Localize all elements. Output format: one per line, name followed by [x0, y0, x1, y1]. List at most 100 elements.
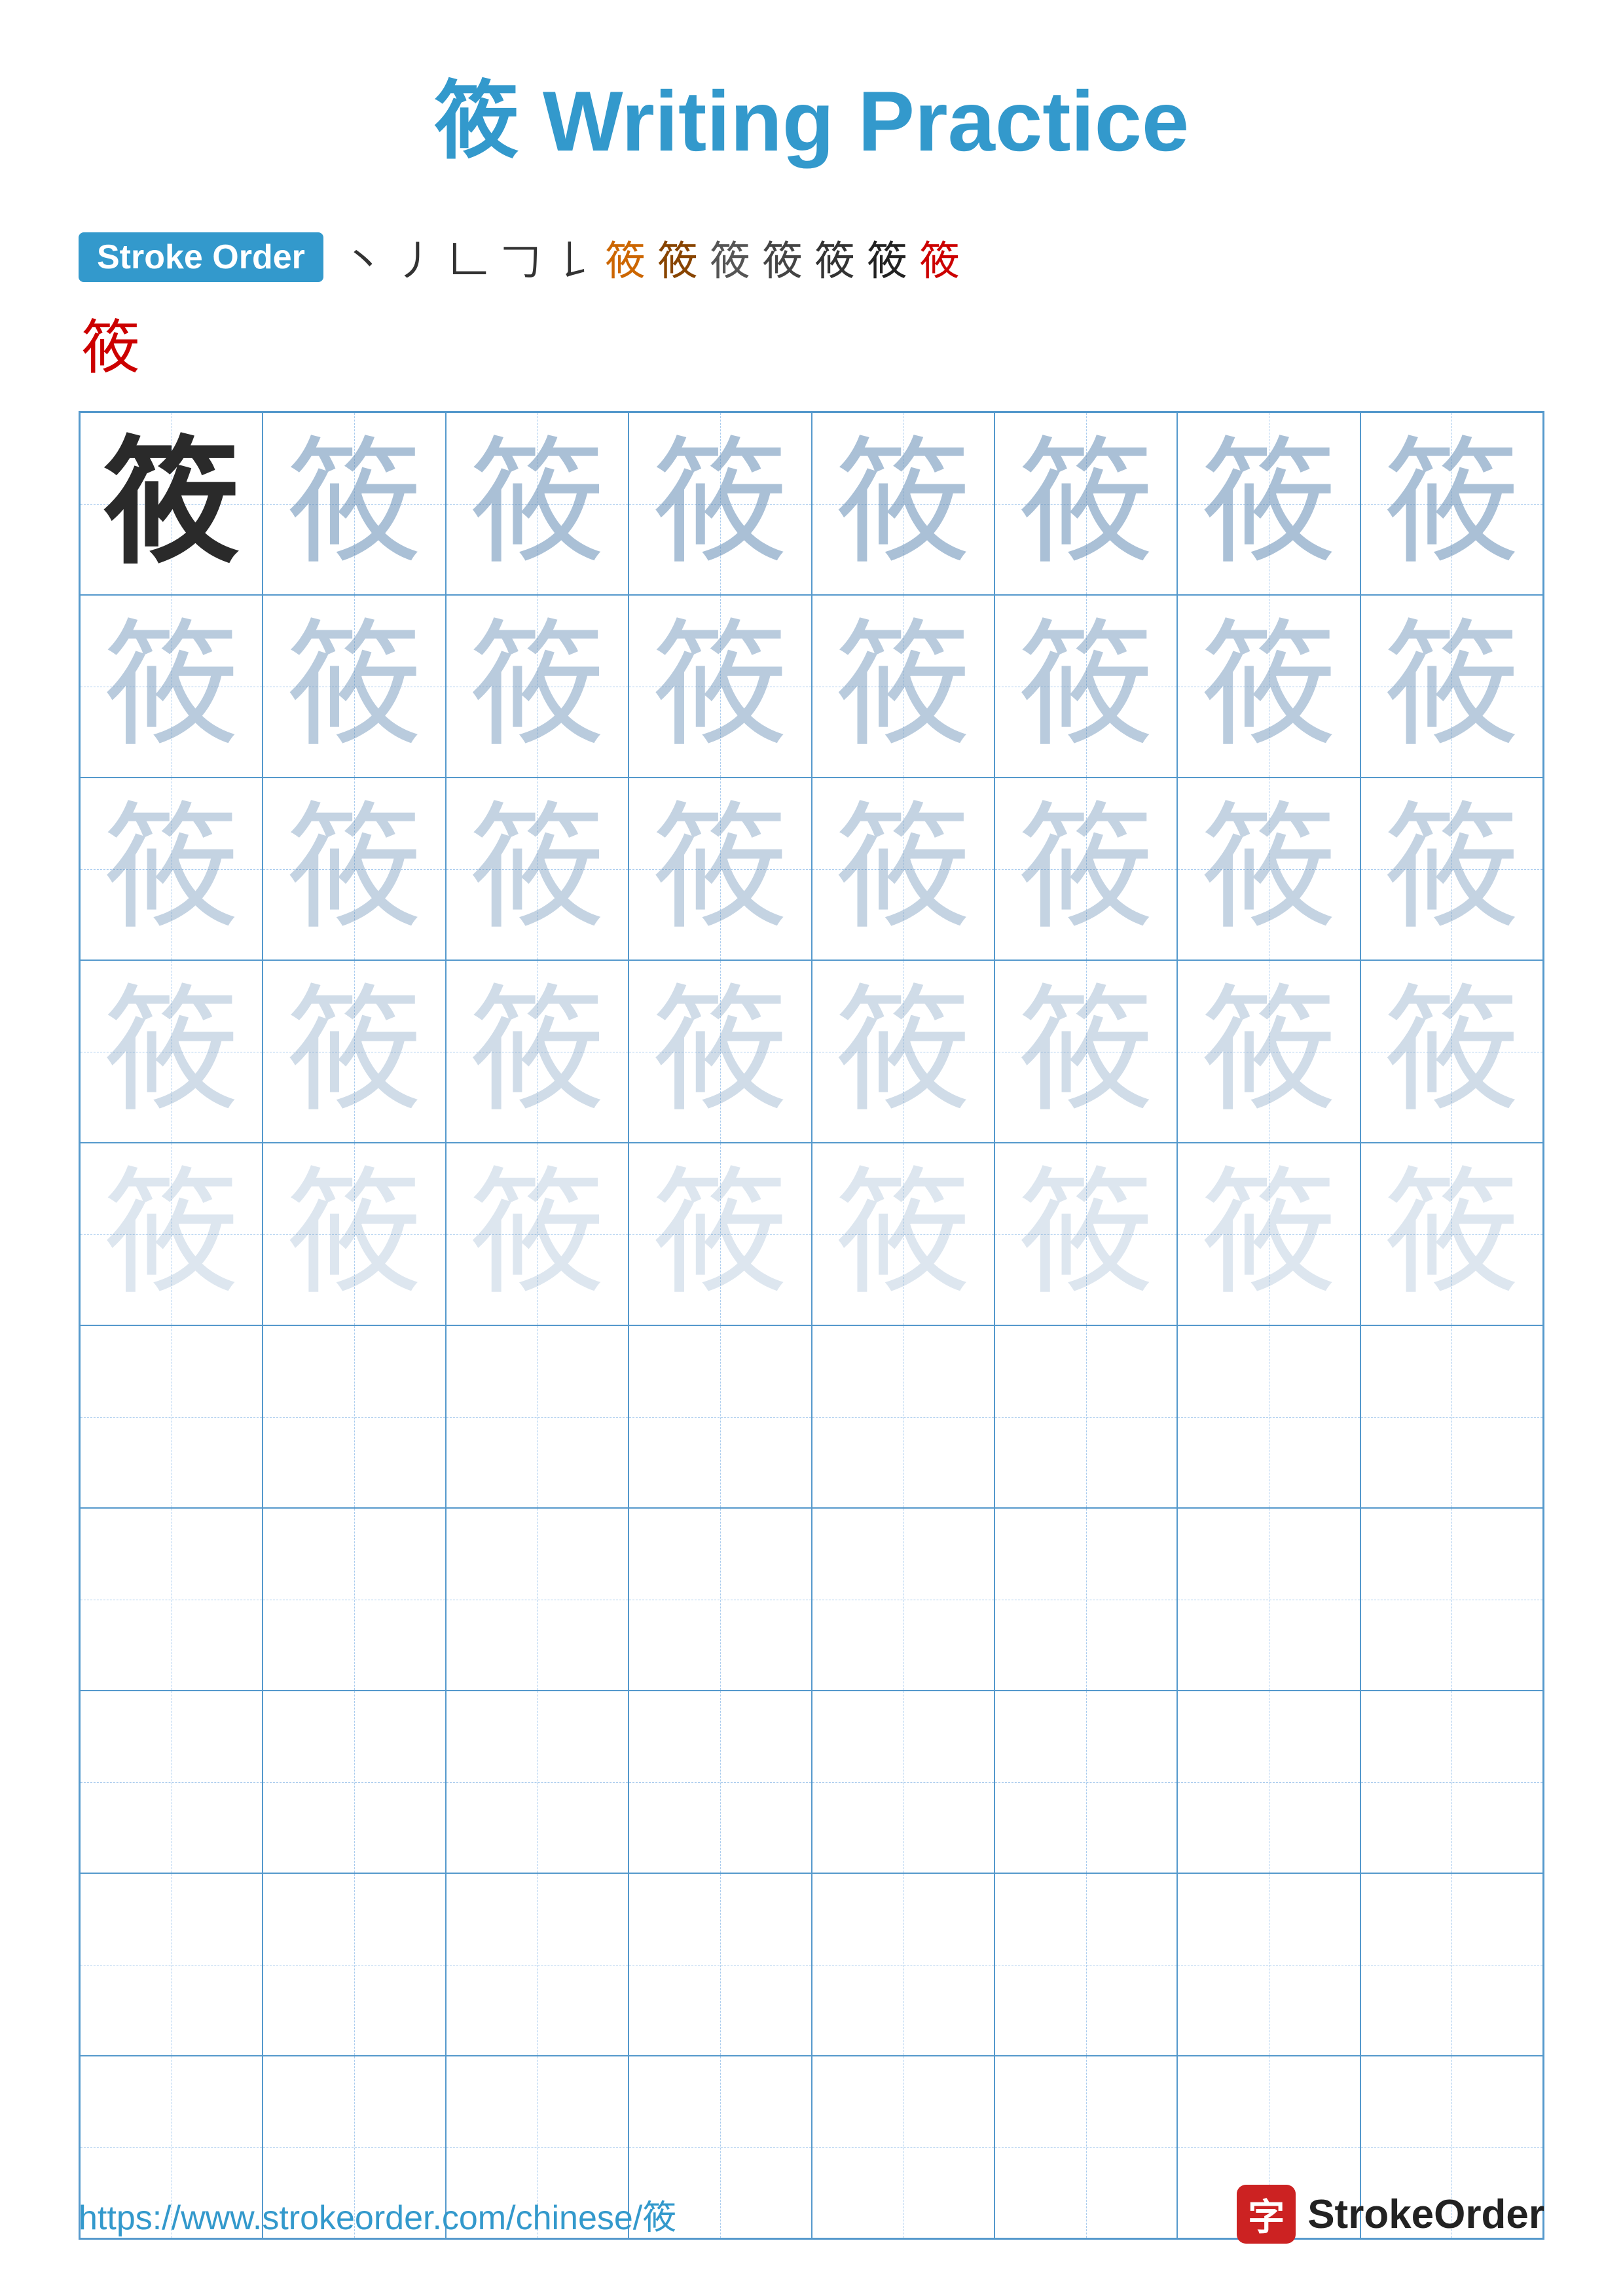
- grid-cell-r8c2[interactable]: [263, 1691, 445, 1873]
- char-display: 筱: [285, 800, 422, 937]
- final-character: 筱: [79, 300, 1544, 385]
- grid-cell-r5c6: 筱: [994, 1143, 1177, 1325]
- grid-cell-r1c6: 筱: [994, 412, 1177, 595]
- char-display: 筱: [651, 800, 788, 937]
- char-display: 筱: [469, 435, 606, 572]
- char-display: 筱: [103, 983, 240, 1120]
- char-display: 筱: [285, 618, 422, 755]
- grid-cell-r8c3[interactable]: [446, 1691, 629, 1873]
- char-display: 筱: [469, 800, 606, 937]
- char-display: 筱: [1017, 1166, 1154, 1302]
- grid-cell-r1c4: 筱: [629, 412, 811, 595]
- footer-link[interactable]: https://www.strokeorder.com/chinese/筱: [79, 2190, 676, 2239]
- grid-cell-r6c7[interactable]: [1177, 1325, 1360, 1508]
- char-display: 筱: [1017, 800, 1154, 937]
- grid-cell-r9c1[interactable]: [80, 1873, 263, 2056]
- grid-cell-r8c1[interactable]: [80, 1691, 263, 1873]
- grid-cell-r4c3: 筱: [446, 960, 629, 1143]
- char-display: 筱: [651, 618, 788, 755]
- grid-cell-r3c3: 筱: [446, 778, 629, 960]
- grid-cell-r6c6[interactable]: [994, 1325, 1177, 1508]
- grid-cell-r2c7: 筱: [1177, 595, 1360, 778]
- grid-cell-r8c7[interactable]: [1177, 1691, 1360, 1873]
- stroke-7: 筱: [657, 228, 698, 287]
- grid-cell-r4c8: 筱: [1360, 960, 1543, 1143]
- grid-cell-r9c4[interactable]: [629, 1873, 811, 2056]
- stroke-4: 𠃌: [500, 228, 541, 287]
- stroke-sequence: 丶 丿 𠃊 𠃌 𠄌 筱 筱 筱 筱 筱 筱 筱: [343, 228, 960, 287]
- grid-cell-r6c8[interactable]: [1360, 1325, 1543, 1508]
- grid-cell-r6c1[interactable]: [80, 1325, 263, 1508]
- grid-cell-r1c2: 筱: [263, 412, 445, 595]
- grid-cell-r6c4[interactable]: [629, 1325, 811, 1508]
- grid-cell-r7c4[interactable]: [629, 1508, 811, 1691]
- char-display: 筱: [285, 435, 422, 572]
- grid-cell-r4c4: 筱: [629, 960, 811, 1143]
- grid-cell-r9c3[interactable]: [446, 1873, 629, 2056]
- grid-cell-r1c8: 筱: [1360, 412, 1543, 595]
- char-display: 筱: [103, 618, 240, 755]
- grid-cell-r2c4: 筱: [629, 595, 811, 778]
- char-display: 筱: [835, 800, 972, 937]
- grid-cell-r9c8[interactable]: [1360, 1873, 1543, 2056]
- char-display: 筱: [835, 1166, 972, 1302]
- grid-cell-r5c4: 筱: [629, 1143, 811, 1325]
- stroke-1: 丶: [343, 228, 384, 287]
- grid-cell-r4c6: 筱: [994, 960, 1177, 1143]
- grid-cell-r7c1[interactable]: [80, 1508, 263, 1691]
- logo-icon: 字: [1237, 2185, 1296, 2244]
- char-display: 筱: [835, 618, 972, 755]
- grid-cell-r7c6[interactable]: [994, 1508, 1177, 1691]
- grid-cell-r3c6: 筱: [994, 778, 1177, 960]
- char-display: 筱: [103, 435, 240, 572]
- grid-cell-r2c3: 筱: [446, 595, 629, 778]
- stroke-6: 筱: [605, 228, 646, 287]
- grid-cell-r9c5[interactable]: [812, 1873, 994, 2056]
- char-display: 筱: [1383, 435, 1520, 572]
- grid-cell-r8c4[interactable]: [629, 1691, 811, 1873]
- stroke-10: 筱: [814, 228, 855, 287]
- char-display: 筱: [469, 983, 606, 1120]
- char-display: 筱: [1383, 983, 1520, 1120]
- grid-cell-r3c7: 筱: [1177, 778, 1360, 960]
- grid-cell-r6c3[interactable]: [446, 1325, 629, 1508]
- grid-cell-r5c2: 筱: [263, 1143, 445, 1325]
- char-display: 筱: [103, 800, 240, 937]
- footer: https://www.strokeorder.com/chinese/筱 字 …: [79, 2185, 1544, 2244]
- stroke-8: 筱: [710, 228, 750, 287]
- char-display: 筱: [1017, 618, 1154, 755]
- char-display: 筱: [1200, 435, 1337, 572]
- grid-cell-r9c7[interactable]: [1177, 1873, 1360, 2056]
- grid-cell-r5c7: 筱: [1177, 1143, 1360, 1325]
- stroke-12: 筱: [919, 228, 960, 287]
- grid-cell-r4c1: 筱: [80, 960, 263, 1143]
- grid-cell-r7c5[interactable]: [812, 1508, 994, 1691]
- grid-cell-r5c5: 筱: [812, 1143, 994, 1325]
- char-display: 筱: [1200, 618, 1337, 755]
- grid-cell-r2c6: 筱: [994, 595, 1177, 778]
- char-display: 筱: [103, 1166, 240, 1302]
- grid-cell-r3c4: 筱: [629, 778, 811, 960]
- grid-cell-r9c6[interactable]: [994, 1873, 1177, 2056]
- grid-cell-r7c8[interactable]: [1360, 1508, 1543, 1691]
- grid-cell-r8c5[interactable]: [812, 1691, 994, 1873]
- grid-cell-r3c8: 筱: [1360, 778, 1543, 960]
- grid-cell-r6c2[interactable]: [263, 1325, 445, 1508]
- grid-cell-r8c8[interactable]: [1360, 1691, 1543, 1873]
- grid-cell-r8c6[interactable]: [994, 1691, 1177, 1873]
- char-display: 筱: [651, 435, 788, 572]
- grid-cell-r3c5: 筱: [812, 778, 994, 960]
- grid-cell-r7c3[interactable]: [446, 1508, 629, 1691]
- char-display: 筱: [469, 618, 606, 755]
- grid-cell-r7c7[interactable]: [1177, 1508, 1360, 1691]
- char-display: 筱: [651, 983, 788, 1120]
- char-display: 筱: [835, 435, 972, 572]
- grid-cell-r7c2[interactable]: [263, 1508, 445, 1691]
- stroke-5: 𠄌: [553, 228, 593, 287]
- stroke-3: 𠃊: [448, 228, 488, 287]
- grid-cell-r9c2[interactable]: [263, 1873, 445, 2056]
- grid-cell-r6c5[interactable]: [812, 1325, 994, 1508]
- practice-grid: 筱 筱 筱 筱 筱 筱 筱 筱 筱 筱 筱: [79, 411, 1544, 2240]
- char-display: 筱: [835, 983, 972, 1120]
- char-display: 筱: [1383, 618, 1520, 755]
